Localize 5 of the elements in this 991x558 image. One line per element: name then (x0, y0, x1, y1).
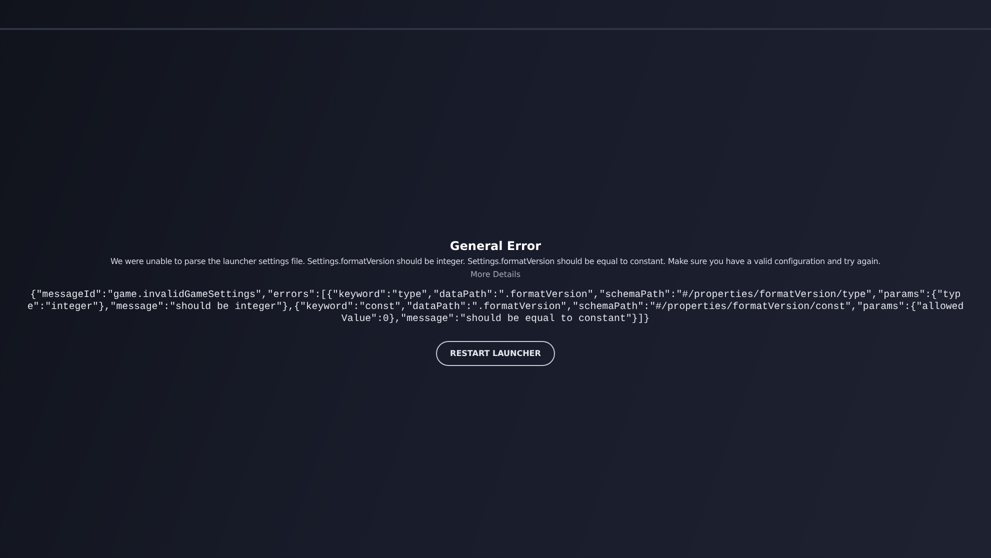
error-details: {"messageId":"game.invalidGameSettings","errors":[{"keyword":"type","dataPath":".formatVersion","schemaPath":"#/properties/formatVersion/type","params":{"type":"integer"},"message":"should be integer"},{"keyword":"const","dataPath":".formatVersion","schemaPath":"#/properties/formatVersion/const","params":{"allowedValue":0},"message":"should be equal to constant"}]} (26, 289, 965, 325)
more-details-link[interactable]: More Details (470, 269, 521, 280)
restart-launcher-button[interactable]: RESTART LAUNCHER (436, 341, 555, 366)
error-title: General Error (450, 239, 542, 254)
error-message: We were unable to parse the launcher settings file. Settings.formatVersion should be integer. Settings.formatVersion should be equal to constant. Make sure you have a valid configuration and try again. (110, 256, 880, 267)
